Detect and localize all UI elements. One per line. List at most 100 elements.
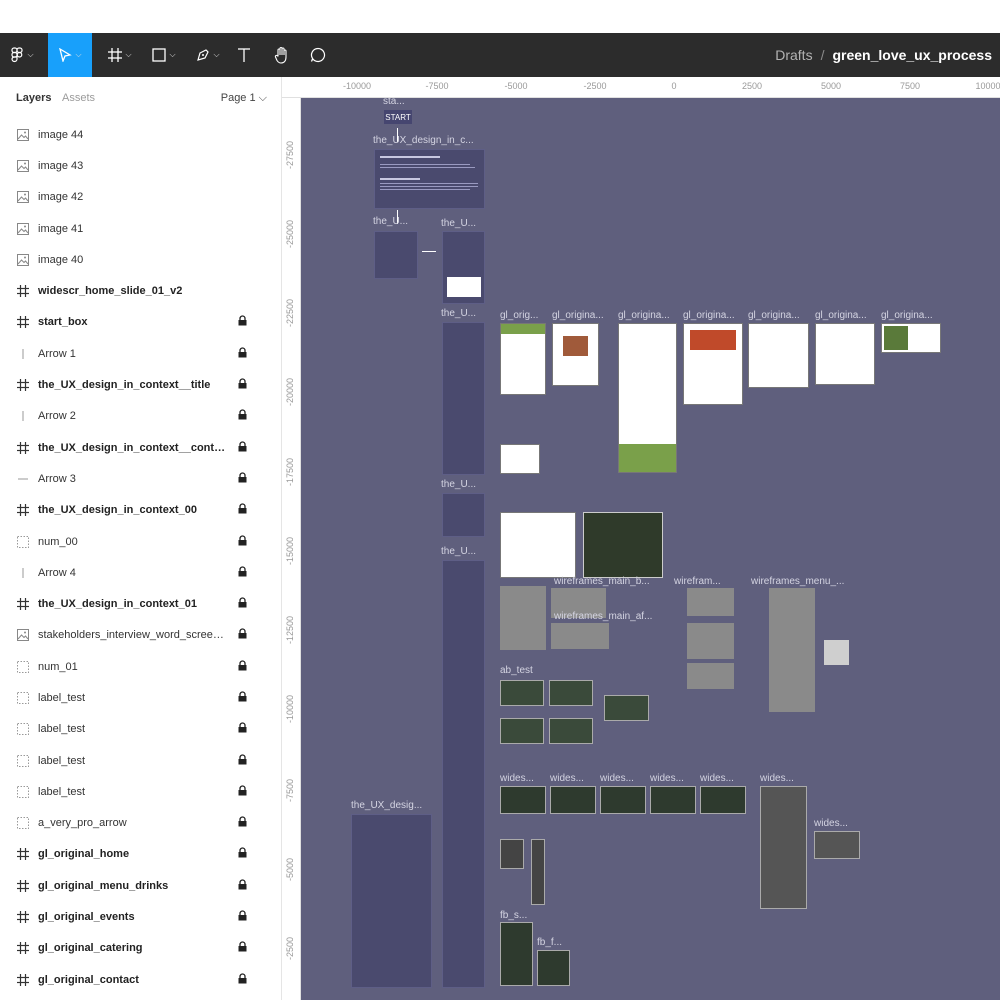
lock-icon[interactable] [238, 753, 247, 768]
mobile-2[interactable] [531, 839, 545, 905]
layer-row[interactable]: the_UX_design_in_context_00 [0, 495, 281, 526]
lock-icon[interactable] [238, 910, 247, 924]
layer-row[interactable]: start_box [0, 307, 281, 338]
frame-label[interactable]: the_U... [441, 546, 476, 557]
layer-row[interactable]: gl_original_catering [0, 933, 281, 964]
frame-label[interactable]: gl_origina... [683, 310, 735, 321]
lock-icon[interactable] [238, 660, 247, 674]
layer-row[interactable]: label_test [0, 682, 281, 713]
wireframe-photo[interactable] [500, 586, 546, 650]
layer-row[interactable]: gl_original_contact [0, 964, 281, 995]
frame-label[interactable]: wides... [760, 773, 794, 784]
lock-icon[interactable] [238, 472, 247, 486]
layer-row[interactable]: label_test [0, 776, 281, 807]
widescreen-2[interactable] [550, 786, 596, 814]
lock-icon[interactable] [238, 973, 247, 987]
lock-icon[interactable] [238, 628, 247, 642]
lock-icon[interactable] [238, 785, 247, 799]
frame-label[interactable]: gl_orig... [500, 310, 538, 321]
canvas[interactable]: sta... START the_UX_design_in_c... the_U… [282, 77, 1000, 1000]
layer-row[interactable]: num_00 [0, 526, 281, 557]
wireframe-2b[interactable] [687, 623, 734, 659]
layer-row[interactable]: image 44 [0, 119, 281, 150]
lock-icon[interactable] [238, 816, 247, 830]
wireframe-2c[interactable] [687, 663, 734, 689]
lock-icon[interactable] [238, 566, 247, 580]
research-image[interactable] [583, 512, 663, 578]
hand-tool-icon[interactable] [268, 33, 296, 77]
lock-icon[interactable] [238, 879, 247, 893]
layer-row[interactable]: gl_original_menu_drinks [0, 870, 281, 901]
widescreen-1[interactable] [500, 786, 546, 814]
figma-menu-icon[interactable]: ⌵ [0, 33, 44, 77]
frame-label[interactable]: wirefram... [674, 576, 721, 587]
frame-label[interactable]: gl_origina... [881, 310, 933, 321]
ab-test-b[interactable] [549, 680, 593, 706]
mobile-1[interactable] [500, 839, 524, 869]
widescreen-7[interactable] [814, 831, 860, 859]
frame-label[interactable]: wireframes_main_af... [554, 611, 652, 622]
wireframe-2[interactable] [687, 588, 734, 616]
ab-test-d[interactable] [549, 718, 593, 744]
lock-icon[interactable] [238, 534, 247, 549]
frame-label[interactable]: gl_origina... [618, 310, 670, 321]
pen-tool-icon[interactable]: ⌵ [188, 33, 228, 77]
lock-icon[interactable] [238, 503, 247, 517]
fb-feed[interactable] [537, 950, 570, 986]
frame-label[interactable]: wides... [650, 773, 684, 784]
lock-icon[interactable] [238, 378, 247, 392]
layer-row[interactable]: Arrow 3 [0, 463, 281, 494]
file-name[interactable]: green_love_ux_process [832, 47, 992, 63]
frame-label[interactable]: wides... [700, 773, 734, 784]
frame-label[interactable]: the_UX_desig... [351, 800, 422, 811]
frame-label[interactable]: wireframes_menu_... [751, 576, 844, 587]
layer-row[interactable]: num_01 [0, 651, 281, 682]
layer-row[interactable]: image 42 [0, 182, 281, 213]
screenshot-gl-home[interactable] [500, 323, 546, 395]
frame-label[interactable]: fb_f... [537, 937, 562, 948]
screenshot-gl-7[interactable] [881, 323, 941, 353]
frame-label[interactable]: the_U... [441, 479, 476, 490]
ab-test-c[interactable] [500, 718, 544, 744]
frame-contents[interactable] [374, 231, 418, 279]
frame-label[interactable]: wides... [500, 773, 534, 784]
widescreen-mobile[interactable] [760, 786, 807, 909]
text-tool-icon[interactable] [230, 33, 258, 77]
research-screenshot[interactable] [500, 512, 576, 578]
frame-label[interactable]: gl_origina... [552, 310, 604, 321]
frame-label[interactable]: the_U... [441, 218, 476, 229]
frame-ux-01[interactable] [442, 322, 485, 475]
lock-icon[interactable] [238, 941, 247, 955]
layer-row[interactable]: stakeholders_interview_word_screen... [0, 620, 281, 651]
frame-ux-03[interactable] [442, 560, 485, 988]
layer-row[interactable]: a_very_pro_arrow [0, 808, 281, 839]
frame-label[interactable]: wides... [600, 773, 634, 784]
move-tool-icon[interactable]: ⌵ [48, 33, 92, 77]
wireframe-detail[interactable] [824, 640, 849, 665]
layer-row[interactable]: Arrow 1 [0, 338, 281, 369]
widescreen-4[interactable] [650, 786, 696, 814]
frame-label[interactable]: the_UX_design_in_c... [373, 135, 474, 146]
frame-ux-02[interactable] [442, 493, 485, 537]
screenshot-gl-6[interactable] [815, 323, 875, 385]
layer-row[interactable]: Arrow 2 [0, 401, 281, 432]
wireframe-menu[interactable] [769, 588, 815, 712]
frame-label[interactable]: the_U... [441, 308, 476, 319]
layer-row[interactable]: the_UX_design_in_context_01 [0, 588, 281, 619]
stakeholders-screenshot[interactable] [500, 444, 540, 474]
ab-test-result[interactable] [604, 695, 649, 721]
frame-label[interactable]: wides... [814, 818, 848, 829]
shape-tool-icon[interactable]: ⌵ [144, 33, 184, 77]
lock-icon[interactable] [238, 409, 247, 423]
lock-icon[interactable] [238, 847, 247, 861]
layer-row[interactable]: Arrow 4 [0, 557, 281, 588]
layer-row[interactable]: gl_original_events [0, 901, 281, 932]
lock-icon[interactable] [238, 315, 247, 329]
frame-label[interactable]: wides... [550, 773, 584, 784]
lock-icon[interactable] [238, 440, 247, 455]
frame-label[interactable]: gl_origina... [815, 310, 867, 321]
screenshot-gl-menu[interactable] [552, 323, 599, 386]
start-box[interactable]: START [384, 110, 412, 124]
layer-row[interactable]: label_test [0, 714, 281, 745]
frame-ux-big[interactable] [351, 814, 432, 988]
